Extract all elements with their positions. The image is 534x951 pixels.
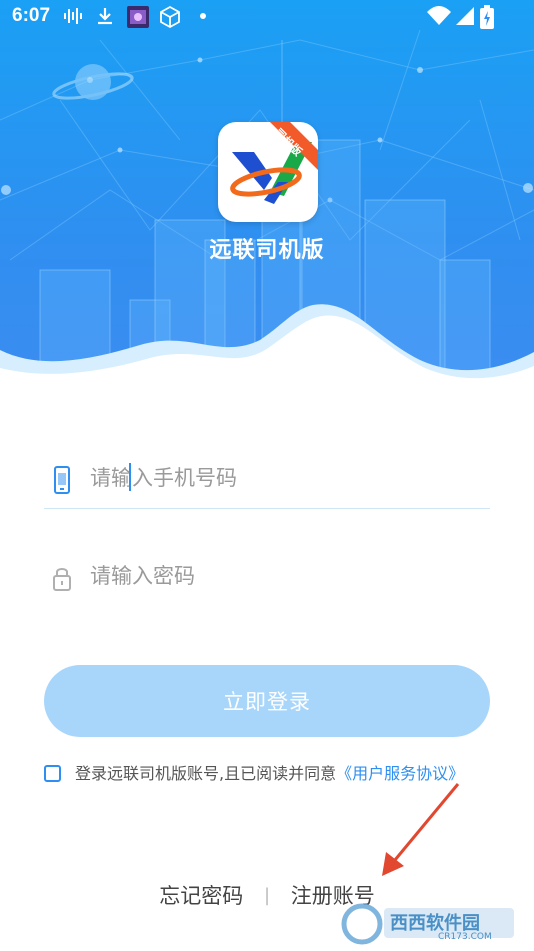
app-logo: 司机版 xyxy=(218,122,318,222)
app-thumbnail-icon xyxy=(127,6,149,28)
phone-field xyxy=(44,448,490,509)
watermark-logo: 西西软件园 CR173.COM xyxy=(338,900,518,950)
cube-icon xyxy=(160,5,180,29)
app-name: 远联司机版 xyxy=(209,238,325,263)
annotation-arrow-icon xyxy=(382,783,460,876)
password-input[interactable] xyxy=(84,546,490,606)
phone-icon xyxy=(54,466,70,494)
lock-icon xyxy=(53,568,71,591)
header-banner: 6:07 司机版 远联司机版 xyxy=(0,0,534,400)
download-icon xyxy=(98,8,112,25)
link-separator: | xyxy=(263,884,271,906)
login-button[interactable]: 立即登录 xyxy=(44,665,490,737)
audio-wave-icon xyxy=(64,8,82,24)
status-bar: 6:07 xyxy=(0,0,534,34)
phone-input[interactable] xyxy=(84,448,490,508)
signal-icon xyxy=(456,7,474,25)
app-logo-graphic xyxy=(230,122,318,204)
status-time: 6:07 xyxy=(12,5,51,26)
agreement-text: 登录远联司机版账号,且已阅读并同意 xyxy=(75,764,337,783)
text-cursor xyxy=(129,463,131,491)
forgot-password-link[interactable]: 忘记密码 xyxy=(159,880,243,910)
password-field xyxy=(44,546,490,606)
notification-dot-icon xyxy=(200,13,206,19)
agreement-checkbox[interactable] xyxy=(44,765,61,782)
wifi-icon xyxy=(427,6,451,25)
watermark-subtext: CR173.COM xyxy=(438,932,492,942)
battery-icon xyxy=(480,5,494,29)
